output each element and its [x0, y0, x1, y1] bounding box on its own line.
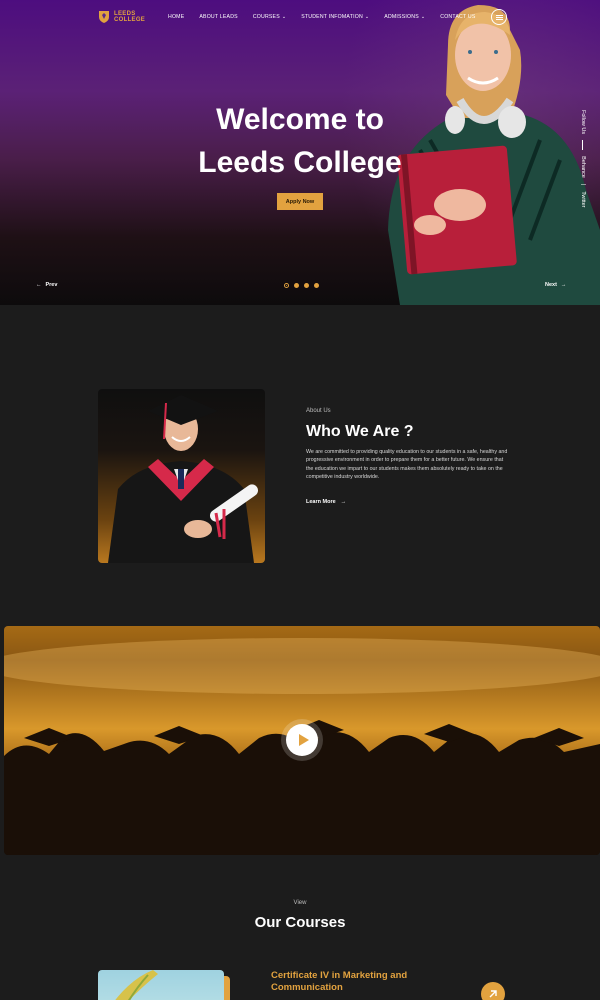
follow-us-label: Follow Us	[580, 110, 586, 135]
chevron-down-icon: ⌄	[364, 14, 370, 20]
courses-title: Our Courses	[254, 914, 346, 931]
play-icon	[298, 734, 309, 746]
course-title[interactable]: Certificate IV in Marketing and Communic…	[271, 970, 451, 994]
hamburger-menu-button[interactable]	[491, 9, 507, 25]
chevron-down-icon: ⌄	[420, 14, 426, 20]
nav-label: COURSES	[252, 14, 280, 20]
hero-title: Welcome to Leeds College	[150, 98, 450, 184]
chevron-down-icon: ⌄	[281, 14, 287, 20]
hero-title-line2: Leeds College	[198, 146, 402, 179]
hero-title-line1: Welcome to	[216, 103, 384, 136]
slider-dot-active[interactable]	[284, 283, 289, 288]
nav-label: STUDENT INFOMATION	[301, 14, 363, 20]
prev-slide-button[interactable]: ← Prev	[36, 282, 57, 288]
nav-item-student-information[interactable]: STUDENT INFOMATION ⌄	[301, 14, 369, 20]
shield-icon	[99, 11, 109, 23]
social-links: Follow Us Behance | Twitter	[578, 110, 594, 208]
nav-label: ABOUT LEADS	[199, 14, 238, 20]
main-nav: HOME ABOUT LEADS COURSES ⌄ STUDENT INFOMA…	[168, 14, 491, 20]
prev-label: Prev	[45, 282, 58, 288]
arrow-up-right-icon	[489, 990, 497, 998]
arrow-left-icon: ←	[36, 282, 42, 288]
graduate-illustration	[108, 395, 259, 563]
slider-dot[interactable]	[314, 283, 319, 288]
course-open-button[interactable]	[481, 982, 505, 1000]
arrow-right-icon: →	[560, 282, 567, 288]
hamburger-icon	[495, 16, 503, 18]
course-card-image[interactable]	[98, 970, 224, 1000]
nav-label: ADMISSIONS	[384, 14, 419, 20]
logo-line2: COLLEGE	[114, 17, 146, 23]
learn-more-label: Learn More	[306, 499, 336, 505]
courses-eyebrow: View	[293, 900, 307, 906]
slider-dot[interactable]	[304, 283, 309, 288]
apply-now-button[interactable]: Apply Now	[277, 193, 323, 210]
about-description: We are committed to providing quality ed…	[306, 449, 508, 481]
arrow-right-icon: →	[340, 499, 347, 505]
play-video-button[interactable]	[286, 724, 318, 756]
nav-item-contact-us[interactable]: CONTACT US	[440, 14, 475, 20]
about-title: Who We Are ?	[306, 423, 414, 440]
slider-dot[interactable]	[294, 283, 299, 288]
social-link-twitter[interactable]: Twitter	[580, 191, 586, 207]
nav-item-admissions[interactable]: ADMISSIONS ⌄	[384, 14, 425, 20]
divider	[582, 140, 584, 151]
palm-leaf-image	[115, 970, 158, 1000]
nav-item-about-leads[interactable]: ABOUT LEADS	[199, 14, 237, 20]
social-link-behance[interactable]: Behance	[580, 156, 586, 178]
next-slide-button[interactable]: Next →	[545, 282, 566, 288]
nav-label: CONTACT US	[440, 14, 476, 20]
about-eyebrow: About Us	[306, 408, 331, 414]
nav-item-courses[interactable]: COURSES ⌄	[253, 14, 286, 20]
hero-banner: LEEDS COLLEGE HOME ABOUT LEADS COURSES ⌄ …	[0, 0, 600, 305]
next-label: Next	[545, 282, 557, 288]
logo-text: LEEDS COLLEGE	[114, 11, 145, 23]
nav-item-home[interactable]: HOME	[168, 14, 184, 20]
slider-dots	[284, 283, 319, 288]
college-logo[interactable]: LEEDS COLLEGE	[98, 10, 145, 24]
divider: |	[580, 183, 586, 186]
nav-label: HOME	[168, 14, 185, 20]
learn-more-link[interactable]: Learn More →	[306, 499, 346, 505]
about-graduate-image	[98, 389, 265, 563]
